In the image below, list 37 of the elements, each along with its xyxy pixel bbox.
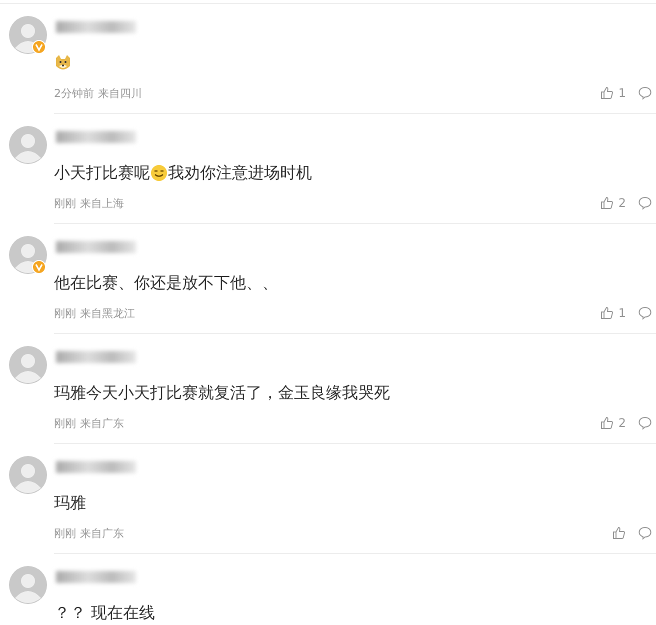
comment-time: 刚刚 — [54, 526, 76, 540]
comment-text: 玛雅今天小天打比赛就复活了，金玉良缘我哭死 — [54, 382, 390, 404]
comment-time: 刚刚 — [54, 306, 76, 320]
thumbs-up-icon — [600, 86, 614, 100]
comment-location: 来自广东 — [80, 526, 124, 540]
avatar[interactable] — [9, 566, 47, 604]
thumbs-up-icon — [600, 416, 614, 430]
comment-icon[interactable] — [638, 416, 652, 430]
like-button[interactable]: 2 — [600, 196, 626, 210]
avatar[interactable] — [9, 346, 47, 384]
comment-time: 2分钟前 — [54, 86, 94, 100]
comment-text: 玛雅 — [54, 492, 86, 514]
comment-time: 刚刚 — [54, 196, 76, 210]
avatar[interactable] — [9, 126, 47, 164]
comment-text: ？？ 现在在线 — [54, 602, 156, 624]
comment-text: 小天打比赛呢 — [54, 162, 150, 184]
comment-text: 我劝你注意进场时机 — [168, 162, 312, 184]
avatar[interactable] — [9, 456, 47, 494]
comment-location: 来自上海 — [80, 196, 124, 210]
thumbs-up-icon — [612, 526, 626, 540]
comment-time: 刚刚 — [54, 416, 76, 430]
comment-icon[interactable] — [638, 306, 652, 320]
comment-icon[interactable] — [638, 196, 652, 210]
thumbs-up-icon — [600, 196, 614, 210]
comment-icon[interactable] — [638, 86, 652, 100]
smile-emoji-icon — [150, 164, 168, 182]
comment-text: 他在比赛、你还是放不下他、、 — [54, 272, 278, 294]
comment-location: 来自四川 — [98, 86, 142, 100]
like-button[interactable]: 2 — [600, 416, 626, 430]
like-button[interactable]: 1 — [600, 306, 626, 320]
dog-emoji-icon — [54, 54, 72, 72]
like-button[interactable] — [612, 526, 626, 540]
comment-icon[interactable] — [638, 526, 652, 540]
thumbs-up-icon — [600, 306, 614, 320]
like-button[interactable]: 1 — [600, 86, 626, 100]
comment-location: 来自黑龙江 — [80, 306, 135, 320]
comment-location: 来自广东 — [80, 416, 124, 430]
